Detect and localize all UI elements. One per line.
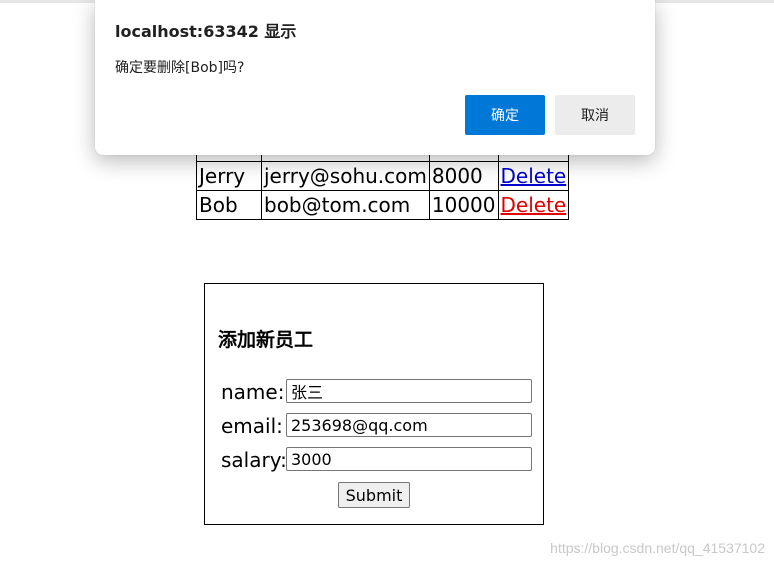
watermark-text: https://blog.csdn.net/qq_41537102 — [550, 540, 765, 556]
employee-salary: 8000 — [428, 161, 499, 191]
email-label: email: — [221, 414, 283, 438]
salary-input[interactable] — [286, 447, 532, 471]
table-row: Bob bob@tom.com 10000 Delete — [196, 190, 570, 220]
dialog-title: localhost:63342 显示 — [115, 22, 297, 41]
email-input[interactable] — [286, 413, 532, 437]
name-label: name: — [221, 380, 285, 404]
employee-name: Jerry — [196, 161, 262, 191]
employee-salary: 10000 — [428, 190, 499, 220]
confirm-dialog: localhost:63342 显示 确定要删除[Bob]吗? 确定 取消 — [95, 0, 655, 155]
form-heading: 添加新员工 — [218, 329, 314, 351]
employee-email: bob@tom.com — [261, 190, 430, 220]
delete-link[interactable]: Delete — [501, 164, 567, 188]
table-row: Jerry jerry@sohu.com 8000 Delete — [196, 161, 570, 191]
add-employee-form: 添加新员工 name: email: salary: Submit — [204, 283, 544, 525]
action-cell: Delete — [497, 161, 570, 191]
submit-button[interactable]: Submit — [338, 482, 410, 508]
employee-name: Bob — [196, 190, 262, 220]
cancel-button[interactable]: 取消 — [555, 95, 635, 135]
name-input[interactable] — [286, 379, 532, 403]
action-cell: Delete — [497, 190, 570, 220]
dialog-message: 确定要删除[Bob]吗? — [115, 60, 245, 76]
delete-link[interactable]: Delete — [501, 193, 567, 217]
ok-button[interactable]: 确定 — [465, 95, 545, 135]
employee-email: jerry@sohu.com — [261, 161, 430, 191]
salary-label: salary: — [221, 448, 287, 472]
